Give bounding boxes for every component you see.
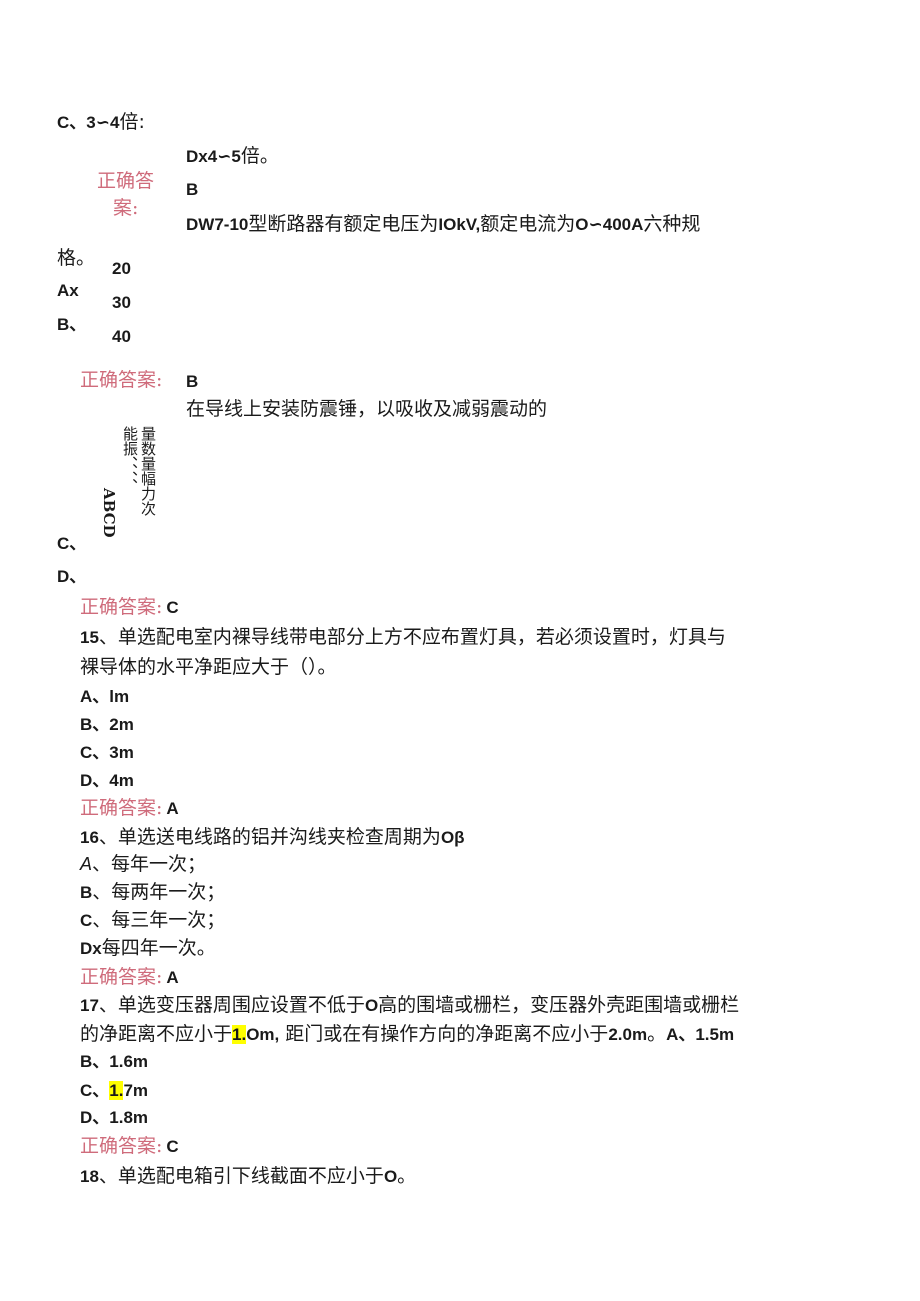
- q17-option-b: B、1.6m: [80, 1052, 149, 1071]
- q14-answer-label-line2: 案:: [113, 197, 139, 219]
- option-label: B、: [80, 715, 110, 734]
- option-value: 3m: [109, 743, 134, 762]
- q15-answer-row: 正确答案: A: [80, 796, 179, 820]
- option-label: B: [80, 883, 93, 902]
- q17-option-c: C、1.7m: [80, 1078, 148, 1102]
- stem-part: O∽400A: [575, 215, 644, 234]
- q17-option-a: A、1.5m: [666, 1025, 735, 1044]
- stem-blank: O: [364, 996, 379, 1015]
- question-number: 17: [80, 996, 99, 1015]
- answer-value: C: [166, 598, 179, 617]
- q-damper-vertical-col-left: ABCD: [100, 488, 118, 538]
- q15-option-c: C、3m: [80, 740, 134, 764]
- stem-part: 型断路器有额定电压为: [248, 213, 439, 235]
- q14-answer-label-line1: 正确答: [97, 170, 155, 192]
- option-label: C: [80, 911, 93, 930]
- answer-label: 正确答案:: [80, 369, 163, 391]
- q16-answer-row: 正确答案: A: [80, 965, 179, 989]
- q-dw7-stem-cont: 格。: [57, 247, 96, 269]
- q17-answer-row: 正确答案: C: [80, 1134, 179, 1158]
- q-damper-option-d: D、: [57, 567, 87, 586]
- option-text: 、每两年一次；: [92, 881, 226, 903]
- option-label: A: [80, 854, 93, 874]
- stem-text: 高的围墙或栅栏，变压器外壳距围墙或栅栏: [378, 994, 740, 1016]
- option-label: D、: [80, 771, 110, 790]
- option-text: 每四年一次。: [101, 937, 216, 959]
- q16-option-a: A、每年一次；: [80, 852, 206, 876]
- option-label: C、: [80, 1081, 110, 1100]
- stem-blank: O: [383, 1167, 398, 1186]
- stem-text: 、单选配电箱引下线截面不应小于: [98, 1165, 384, 1187]
- q-dw7-stem: DW7-10型断路器有额定电压为IOkV,额定电流为O∽400A六种规: [186, 212, 700, 236]
- q15-option-b: B、2m: [80, 712, 134, 736]
- stem-text: 。: [647, 1023, 667, 1045]
- question-number: 16: [80, 828, 99, 847]
- answer-value: A: [166, 968, 179, 987]
- stem-text: 距门或在有操作方向的净距离不应小于: [279, 1023, 609, 1045]
- q-damper-vertical-col-right: 量数量幅力次: [139, 426, 157, 516]
- answer-label: 正确答案:: [80, 1135, 163, 1157]
- highlighted-text: 1.: [109, 1081, 124, 1100]
- q-dw7-answer: B: [186, 372, 199, 391]
- option-value: 2m: [109, 715, 134, 734]
- option-value: 4m: [109, 771, 134, 790]
- stem-part: 六种规: [643, 213, 701, 235]
- q-dw7-value-2: 30: [112, 293, 131, 312]
- question-number: 15: [80, 628, 99, 647]
- q15-option-d: D、4m: [80, 768, 134, 792]
- stem-part: IOkV,: [438, 215, 481, 234]
- answer-label: 正确答案:: [80, 797, 163, 819]
- stem-part: 额定电流为: [480, 213, 576, 235]
- question-number: 18: [80, 1167, 99, 1186]
- q-damper-stem: 在导线上安装防震锤，以吸收及减弱震动的: [186, 398, 548, 420]
- q15-option-a: A、lm: [80, 684, 129, 708]
- q-damper-option-c: C、: [57, 534, 87, 553]
- q-damper-vertical-col-middle: 能振、、、、: [121, 426, 139, 494]
- answer-label: 正确答案:: [80, 596, 163, 618]
- option-text: 倍。: [240, 145, 279, 167]
- option-label: Dx: [80, 939, 102, 958]
- stem-blank: Oβ: [440, 828, 465, 847]
- option-value: lm: [109, 687, 130, 706]
- q-dw7-label-a: Ax: [57, 281, 79, 300]
- q-dw7-label-b: B、: [57, 315, 87, 334]
- q17-option-d: D、1.8m: [80, 1108, 149, 1127]
- q15-stem-line1: 15、单选配电室内裸导线带电部分上方不应布置灯具，若必须设置时，灯具与: [80, 625, 726, 649]
- highlighted-text: 1.: [232, 1025, 247, 1044]
- stem-value: 2.0m: [608, 1025, 648, 1044]
- q16-option-c: C、每三年一次；: [80, 908, 225, 932]
- answer-value: A: [166, 799, 179, 818]
- stem-part: DW7-10: [186, 215, 249, 234]
- q16-stem: 16、单选送电线路的铝并沟线夹检查周期为Oβ: [80, 825, 465, 849]
- option-label: A、: [80, 687, 110, 706]
- answer-label: 正确答案:: [80, 966, 163, 988]
- stem-value: Om,: [246, 1025, 280, 1044]
- stem-text: 、单选送电线路的铝并沟线夹检查周期为: [98, 826, 441, 848]
- option-text: 、每三年一次；: [92, 909, 226, 931]
- answer-value: C: [166, 1137, 179, 1156]
- q17-stem-line1: 17、单选变压器周围应设置不低于O高的围墙或栅栏，变压器外壳距围墙或栅栏: [80, 993, 739, 1017]
- q18-stem: 18、单选配电箱引下线截面不应小于O。: [80, 1164, 416, 1188]
- q-dw7-value-1: 20: [112, 259, 131, 278]
- q-dw7-value-3: 40: [112, 327, 131, 346]
- option-text: 倍:: [119, 111, 145, 133]
- option-text: 、每年一次；: [92, 853, 207, 875]
- q-damper-answer-row: 正确答案: C: [80, 595, 179, 619]
- stem-text: 、单选配电室内裸导线带电部分上方不应布置灯具，若必须设置时，灯具与: [98, 626, 726, 648]
- q15-stem-line2: 裸导体的水平净距应大于（）。: [80, 656, 337, 678]
- stem-text: 、单选变压器周围应设置不低于: [98, 994, 365, 1016]
- option-label: Dx4∽5: [186, 147, 241, 166]
- q16-option-b: B、每两年一次；: [80, 880, 225, 904]
- option-label: C、3∽4: [57, 113, 120, 132]
- option-label: C、: [80, 743, 110, 762]
- q14-option-c: C、3∽4倍:: [57, 110, 145, 134]
- q17-stem-line2: 的净距离不应小于1.Om, 距门或在有操作方向的净距离不应小于2.0m。A、1.…: [80, 1022, 734, 1046]
- q-dw7-answer-row: 正确答案:: [80, 368, 162, 392]
- option-value: 7m: [123, 1081, 149, 1100]
- q16-option-d: Dx每四年一次。: [80, 936, 216, 960]
- q14-option-d: Dx4∽5倍。: [186, 144, 279, 168]
- stem-text: 。: [397, 1165, 417, 1187]
- q14-answer: B: [186, 180, 199, 199]
- stem-text: 的净距离不应小于: [80, 1023, 233, 1045]
